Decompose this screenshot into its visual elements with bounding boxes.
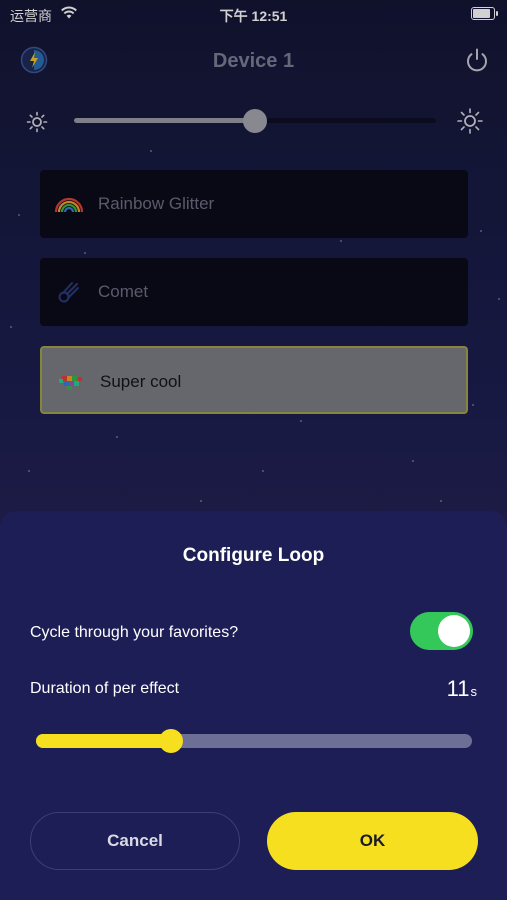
cancel-button[interactable]: Cancel xyxy=(30,812,240,870)
duration-thumb[interactable] xyxy=(159,729,184,753)
duration-unit: s xyxy=(470,684,478,699)
toggle-knob xyxy=(438,615,470,647)
cycle-favorites-toggle[interactable] xyxy=(410,612,473,650)
duration-value: 11s xyxy=(447,676,477,702)
duration-label: Duration of per effect xyxy=(30,680,180,697)
duration-fill xyxy=(36,734,172,748)
duration-number: 11 xyxy=(446,676,470,701)
cycle-favorites-label: Cycle through your favorites? xyxy=(30,624,239,641)
configure-loop-sheet: Configure Loop Cycle through your favori… xyxy=(0,511,507,900)
ok-button[interactable]: OK xyxy=(267,812,478,870)
sheet-title: Configure Loop xyxy=(182,545,325,566)
duration-slider[interactable] xyxy=(36,729,472,753)
